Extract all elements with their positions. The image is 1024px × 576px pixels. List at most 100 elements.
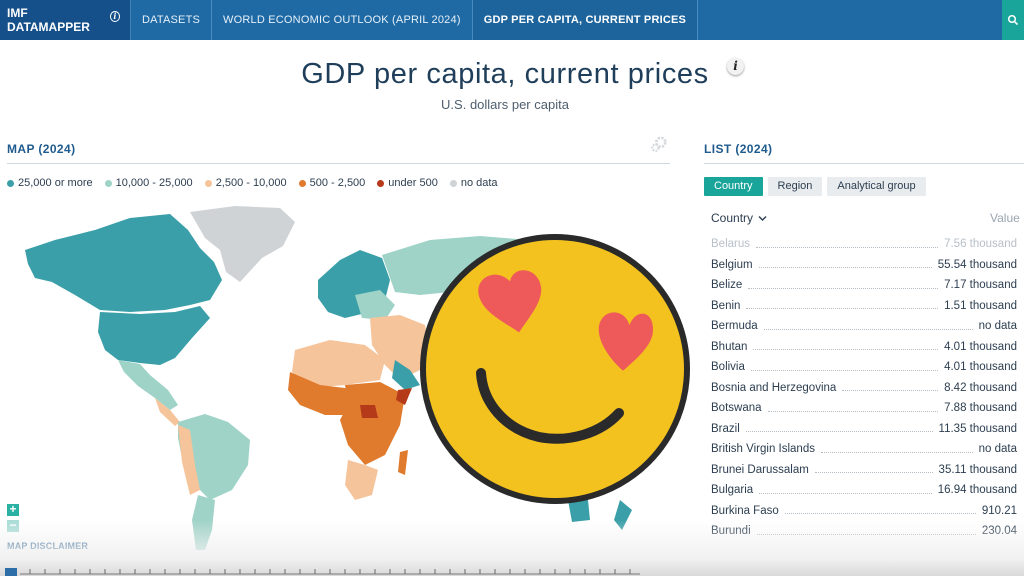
- legend-item-10000-25000[interactable]: 10,000 - 25,000: [104, 177, 193, 189]
- dotted-leader: [753, 349, 939, 351]
- country-value: no data: [978, 320, 1017, 333]
- brand-name: IMF DATAMAPPER: [7, 6, 90, 34]
- country-value: 55.54 thousand: [937, 258, 1017, 271]
- brand-logo-link[interactable]: IMF DATAMAPPER i: [0, 0, 131, 40]
- legend-label: 2,500 - 10,000: [215, 177, 287, 189]
- nav-weo-april-2024[interactable]: WORLD ECONOMIC OUTLOOK (APRIL 2024): [212, 0, 473, 40]
- heart-eyes-emoji-icon: [420, 234, 690, 504]
- nav-datasets[interactable]: DATASETS: [131, 0, 213, 40]
- country-name: Botswana: [711, 402, 762, 415]
- mexico-central-america-region[interactable]: [118, 360, 178, 410]
- top-navigation-bar: IMF DATAMAPPER i DATASETS WORLD ECONOMIC…: [0, 0, 1024, 40]
- tab-region[interactable]: Region: [767, 177, 823, 196]
- country-name: Burkina Faso: [711, 504, 779, 517]
- country-value: 8.42 thousand: [944, 381, 1017, 394]
- legend-item-no-data[interactable]: no data: [449, 177, 498, 189]
- country-value: 11.35 thousand: [938, 422, 1017, 435]
- country-value: 7.17 thousand: [944, 279, 1017, 292]
- list-tabs: Country Region Analytical group: [704, 177, 926, 196]
- legend-dot-icon: [298, 179, 306, 187]
- map-disclaimer-link[interactable]: MAP DISCLAIMER: [7, 541, 88, 551]
- country-name: Bosnia and Herzegovina: [711, 381, 837, 394]
- list-item[interactable]: British Virgin Islands no data: [711, 439, 1017, 460]
- country-value: 910.21: [981, 504, 1017, 517]
- brand-info-icon[interactable]: i: [109, 11, 120, 22]
- list-item[interactable]: Bhutan 4.01 thousand: [711, 337, 1017, 358]
- map-legend: 25,000 or more 10,000 - 25,000 2,500 - 1…: [7, 177, 498, 189]
- legend-item-2500-10000[interactable]: 2,500 - 10,000: [204, 177, 287, 189]
- south-america-south-region[interactable]: [192, 495, 215, 550]
- country-name: Belize: [711, 279, 743, 292]
- search-icon: [1007, 14, 1019, 26]
- dotted-leader: [756, 246, 939, 248]
- list-item[interactable]: Bulgaria 16.94 thousand: [711, 480, 1017, 501]
- list-item[interactable]: Benin 1.51 thousand: [711, 296, 1017, 317]
- tab-country[interactable]: Country: [704, 177, 763, 196]
- map-section-header: MAP (2024): [7, 136, 670, 164]
- eastern-europe-region[interactable]: [355, 290, 395, 320]
- south-sudan-region[interactable]: [360, 405, 378, 418]
- canada-region[interactable]: [25, 214, 222, 312]
- legend-label: no data: [460, 177, 498, 189]
- list-item[interactable]: Botswana 7.88 thousand: [711, 398, 1017, 419]
- search-button[interactable]: [1002, 0, 1024, 40]
- list-item[interactable]: Burkina Faso 910.21: [711, 501, 1017, 522]
- gear-icon[interactable]: [650, 136, 668, 154]
- country-name: British Virgin Islands: [711, 443, 815, 456]
- list-item[interactable]: Belize 7.17 thousand: [711, 275, 1017, 296]
- list-item[interactable]: Brazil 11.35 thousand: [711, 419, 1017, 440]
- list-item[interactable]: Bosnia and Herzegovina 8.42 thousand: [711, 378, 1017, 399]
- legend-dot-icon: [449, 179, 457, 187]
- legend-dot-icon: [204, 179, 212, 187]
- country-value-list: Belarus 7.56 thousand Belgium 55.54 thousa…: [711, 234, 1017, 542]
- country-name: Benin: [711, 299, 741, 312]
- legend-label: 25,000 or more: [18, 177, 93, 189]
- list-item[interactable]: Bolivia 4.01 thousand: [711, 357, 1017, 378]
- list-item[interactable]: Brunei Darussalam 35.11 thousand: [711, 460, 1017, 481]
- dotted-leader: [814, 472, 933, 474]
- legend-item-500-2500[interactable]: 500 - 2,500: [298, 177, 366, 189]
- central-east-africa-region[interactable]: [340, 382, 405, 465]
- tab-analytical-group[interactable]: Analytical group: [827, 177, 926, 196]
- dotted-leader: [842, 390, 939, 392]
- country-value: 4.01 thousand: [944, 340, 1017, 353]
- zoom-out-button[interactable]: −: [7, 519, 19, 532]
- country-name: Bhutan: [711, 340, 748, 353]
- map-section-title: MAP (2024): [7, 142, 76, 156]
- country-column-label: Country: [711, 211, 754, 225]
- list-item[interactable]: Burundi 230.04: [711, 521, 1017, 542]
- legend-item-under-500[interactable]: under 500: [377, 177, 438, 189]
- usa-region[interactable]: [98, 306, 210, 365]
- legend-label: under 500: [388, 177, 438, 189]
- nav-gdp-per-capita[interactable]: GDP PER CAPITA, CURRENT PRICES: [472, 0, 699, 40]
- country-name: Bermuda: [711, 320, 758, 333]
- country-name: Bulgaria: [711, 484, 754, 497]
- play-icon[interactable]: [5, 568, 17, 576]
- legend-dot-icon: [104, 179, 112, 187]
- dotted-leader: [750, 369, 939, 371]
- year-timeline-slider[interactable]: [0, 566, 1024, 576]
- madagascar-region[interactable]: [398, 450, 408, 475]
- legend-label: 10,000 - 25,000: [115, 177, 193, 189]
- chevron-down-icon: [758, 216, 767, 221]
- dotted-leader: [745, 431, 933, 433]
- title-info-icon[interactable]: i: [727, 58, 744, 75]
- legend-label: 500 - 2,500: [309, 177, 366, 189]
- dotted-leader: [748, 287, 939, 289]
- legend-item-25000-or-more[interactable]: 25,000 or more: [7, 177, 93, 189]
- country-name: Brazil: [711, 422, 740, 435]
- country-sort-header[interactable]: Country: [711, 211, 767, 225]
- country-value: 7.56 thousand: [944, 238, 1017, 251]
- zoom-in-button[interactable]: +: [7, 503, 19, 516]
- list-item[interactable]: Bermuda no data: [711, 316, 1017, 337]
- southern-africa-region[interactable]: [345, 460, 378, 500]
- dotted-leader: [759, 492, 932, 494]
- list-item[interactable]: Belarus 7.56 thousand: [711, 234, 1017, 255]
- country-value: 16.94 thousand: [937, 484, 1017, 497]
- list-section-title: LIST (2024): [704, 142, 773, 156]
- dotted-leader: [758, 267, 932, 269]
- list-item[interactable]: Belgium 55.54 thousand: [711, 255, 1017, 276]
- list-section-header: LIST (2024): [704, 140, 1024, 164]
- country-value: no data: [978, 443, 1017, 456]
